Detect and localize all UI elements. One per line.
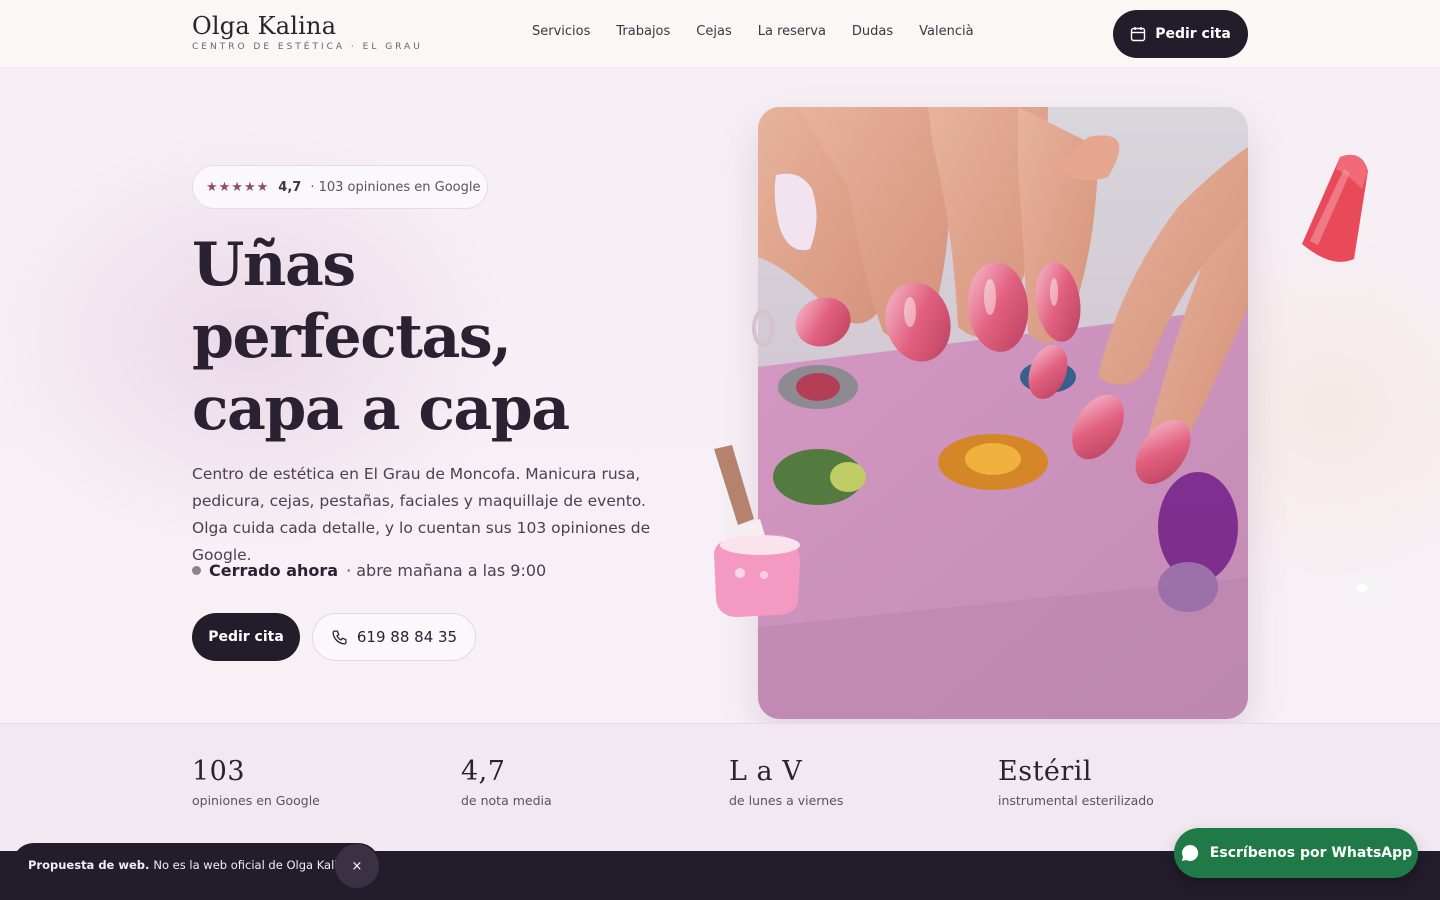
hero-title-line: Uñas (192, 230, 356, 300)
whatsapp-button[interactable]: Escríbenos por WhatsApp (1174, 828, 1418, 878)
stat-value: 4,7 (461, 756, 506, 787)
nail-polish-bottle-icon (714, 445, 800, 617)
brand-logo[interactable]: Olga Kalina CENTRO DE ESTÉTICA · EL GRAU (192, 12, 423, 52)
rating-count: · 103 opiniones en Google (310, 179, 481, 195)
header-book-button[interactable]: Pedir cita (1113, 10, 1248, 58)
rating-score: 4,7 (278, 179, 302, 195)
hero-title-line: capa a capa (192, 374, 570, 444)
opening-status: Cerrado ahora · abre mañana a las 9:00 (192, 561, 546, 580)
whatsapp-label: Escríbenos por WhatsApp (1209, 845, 1413, 861)
header-book-label: Pedir cita (1155, 26, 1231, 42)
nav-item-la-reserva[interactable]: La reserva (758, 24, 826, 39)
ring-icon (752, 309, 774, 347)
stat-label: de lunes a viernes (729, 793, 844, 808)
stat-days: L a V de lunes a viernes (729, 756, 843, 808)
hero-section: ★★★★★ 4,7 · 103 opiniones en Google Uñas… (0, 69, 1440, 723)
stat-value: 103 (192, 756, 246, 787)
lipstick-icon (1302, 154, 1368, 262)
hero-title: Uñas perfectas, capa a capa (192, 229, 612, 445)
status-reopen: · abre mañana a las 9:00 (346, 561, 547, 580)
stat-label: instrumental esterilizado (998, 793, 1154, 808)
stat-label: de nota media (461, 793, 552, 808)
brand-name: Olga Kalina (192, 12, 337, 40)
stat-value: L a V (729, 756, 803, 787)
nav-item-cejas[interactable]: Cejas (696, 24, 731, 39)
close-notice-button[interactable]: × (335, 844, 379, 888)
notice-text: No es la web oficial de Olga Kalina. (153, 858, 356, 872)
rating-badge: ★★★★★ 4,7 · 103 opiniones en Google (192, 165, 488, 209)
calendar-icon (1131, 27, 1146, 42)
status-closed: Cerrado ahora (209, 561, 339, 580)
hero-title-line: perfectas, (192, 302, 512, 372)
nav-item-valencia[interactable]: Valencià (919, 24, 973, 39)
pearl-icon (1349, 577, 1387, 611)
site-header: Olga Kalina CENTRO DE ESTÉTICA · EL GRAU… (0, 0, 1440, 68)
status-dot-icon (192, 566, 201, 575)
stat-value: Estéril (998, 756, 1093, 787)
false-nail-icon (774, 173, 817, 251)
notice-strong: Propuesta de web. (28, 858, 150, 872)
nav-item-dudas[interactable]: Dudas (852, 24, 893, 39)
rating-stars: ★★★★★ (206, 179, 270, 195)
stat-sterile: Estéril instrumental esterilizado (998, 756, 1154, 808)
main-nav: Servicios Trabajos Cejas La reserva Duda… (532, 24, 974, 39)
hero-nails-photo (758, 107, 1248, 719)
stat-rating: 4,7 de nota media (461, 756, 552, 808)
book-appointment-button[interactable]: Pedir cita (192, 613, 300, 661)
stat-reviews: 103 opiniones en Google (192, 756, 320, 808)
phone-icon (332, 629, 347, 645)
phone-number: 619 88 84 35 (356, 628, 458, 646)
call-phone-button[interactable]: 619 88 84 35 (312, 613, 476, 661)
whatsapp-chat-icon (1181, 844, 1198, 861)
hero-description: Centro de estética en El Grau de Moncofa… (192, 465, 651, 564)
stat-label: opiniones en Google (192, 793, 320, 808)
nav-item-trabajos[interactable]: Trabajos (616, 24, 670, 39)
nav-item-servicios[interactable]: Servicios (532, 24, 590, 39)
brand-subtitle: CENTRO DE ESTÉTICA · EL GRAU (192, 42, 423, 52)
proposal-notice: Propuesta de web. No es la web oficial d… (12, 843, 380, 887)
